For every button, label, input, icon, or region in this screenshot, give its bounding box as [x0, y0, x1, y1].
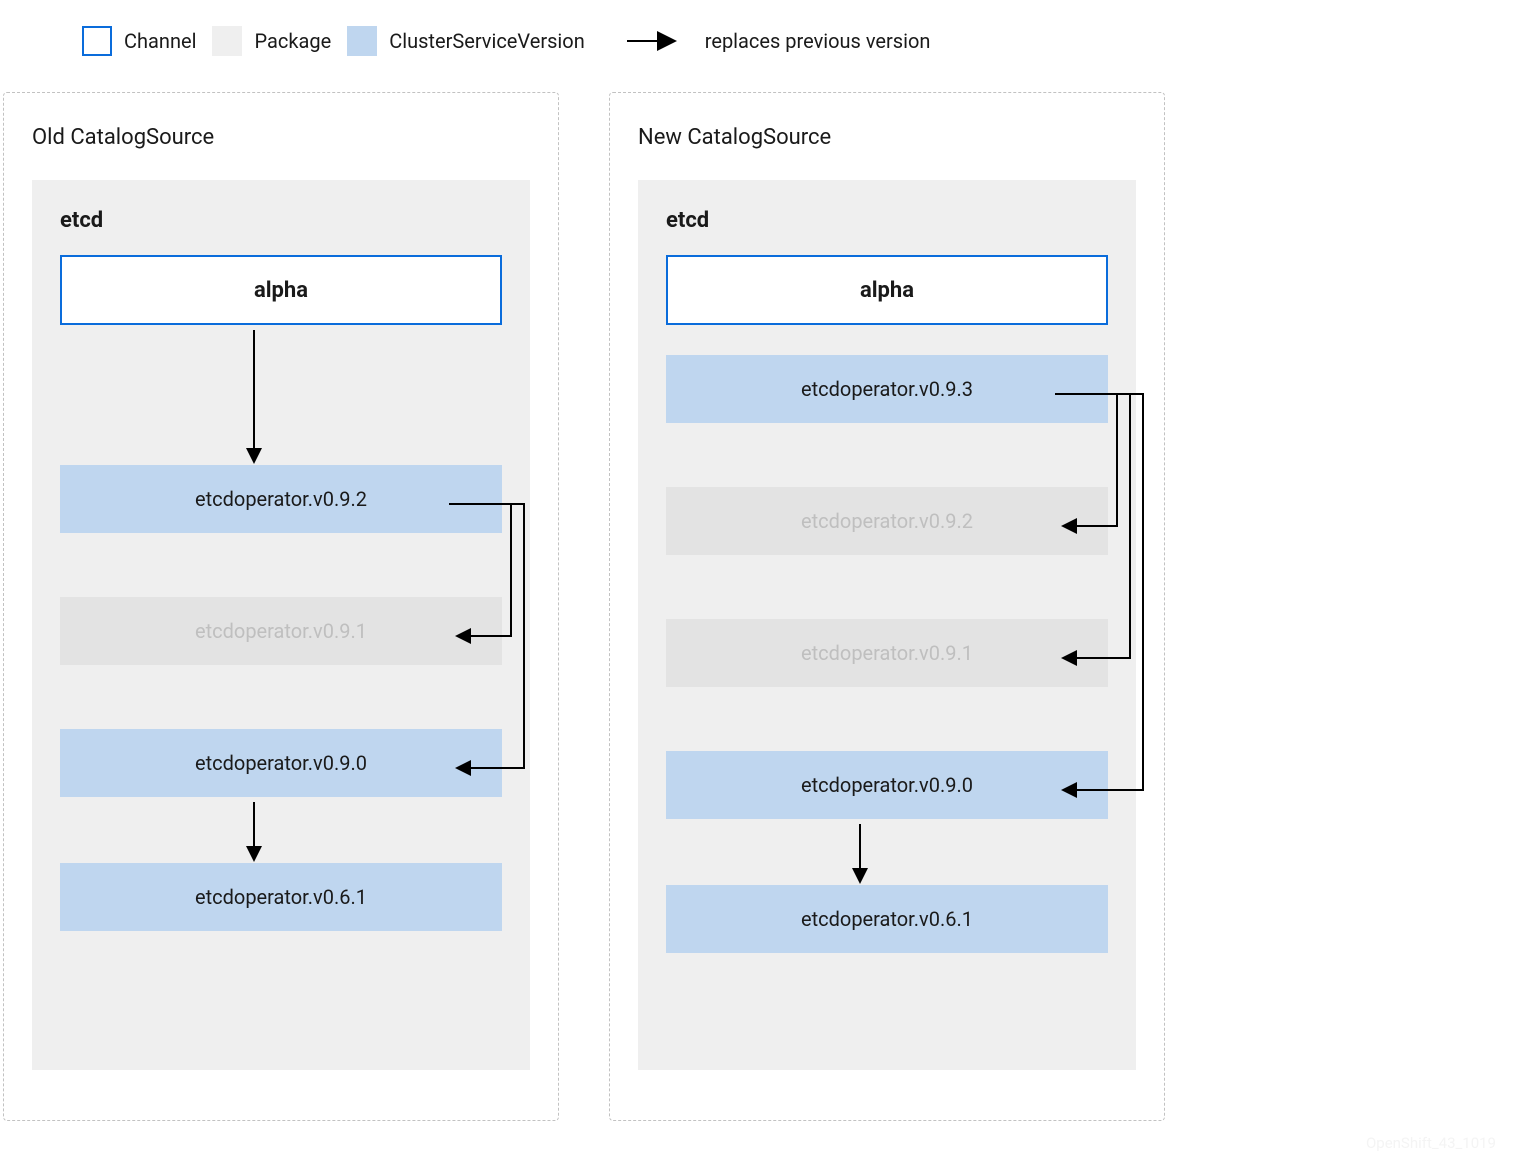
old-v090: etcdoperator.v0.9.0: [60, 729, 502, 797]
channel-swatch: [82, 26, 112, 56]
old-package-box: etcd alpha etcdoperator.v0.9.2 etcdopera…: [32, 180, 530, 1070]
legend-label-package: Package: [254, 29, 331, 53]
old-catalog-source: Old CatalogSource etcd alpha et: [3, 92, 559, 1121]
csv-swatch: [347, 26, 377, 56]
new-v061: etcdoperator.v0.6.1: [666, 885, 1108, 953]
legend-item-package: Package: [212, 26, 331, 56]
legend-label-channel: Channel: [124, 29, 196, 53]
new-v093: etcdoperator.v0.9.3: [666, 355, 1108, 423]
legend-label-csv: ClusterServiceVersion: [389, 29, 585, 53]
old-catalog-title: Old CatalogSource: [32, 125, 530, 150]
old-v091: etcdoperator.v0.9.1: [60, 597, 502, 665]
new-v091: etcdoperator.v0.9.1: [666, 619, 1108, 687]
legend-label-replaces: replaces previous version: [705, 29, 931, 53]
new-package-title: etcd: [666, 208, 1108, 233]
panels-container: Old CatalogSource etcd alpha et: [3, 92, 1165, 1121]
old-package-title: etcd: [60, 208, 502, 233]
legend-item-arrow: replaces previous version: [625, 29, 931, 53]
new-package-box: etcd alpha etcdoperator.v0.9.3 etcdopera…: [638, 180, 1136, 1070]
legend-item-csv: ClusterServiceVersion: [347, 26, 585, 56]
legend-item-channel: Channel: [82, 26, 196, 56]
new-v090: etcdoperator.v0.9.0: [666, 751, 1108, 819]
old-v092: etcdoperator.v0.9.2: [60, 465, 502, 533]
watermark: OpenShift_43_1019: [1366, 1134, 1496, 1152]
old-channel-alpha: alpha: [60, 255, 502, 325]
old-v061: etcdoperator.v0.6.1: [60, 863, 502, 931]
new-channel-alpha: alpha: [666, 255, 1108, 325]
new-v092: etcdoperator.v0.9.2: [666, 487, 1108, 555]
legend: Channel Package ClusterServiceVersion re…: [82, 26, 930, 56]
package-swatch: [212, 26, 242, 56]
new-catalog-source: New CatalogSource etcd alpha et: [609, 92, 1165, 1121]
arrow-icon: [625, 31, 681, 51]
new-catalog-title: New CatalogSource: [638, 125, 1136, 150]
